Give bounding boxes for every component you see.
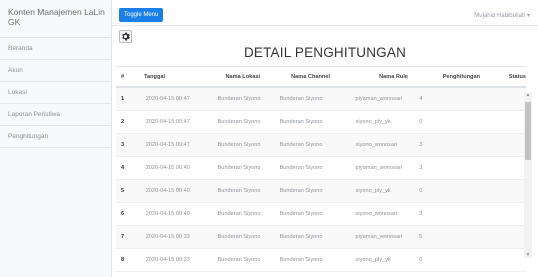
row-nama-rule: siyono_wonosari (355, 142, 398, 148)
row-nama-lokasi: Bunderan Siyono (217, 234, 261, 240)
sidebar-item-akun[interactable]: Akun (0, 60, 111, 82)
row-penghitungan: 5 (419, 234, 423, 240)
row-penghitungan: 3 (419, 211, 423, 217)
row-penghitungan: 0 (419, 257, 423, 263)
sidebar-brand: Konten Manajemen LaLin GK (0, 0, 111, 38)
table-row[interactable]: 4 2020-04-15 00:40 Bunderan Siyono Bunderan… (116, 157, 526, 180)
row-tanggal: 2020-04-15 00:40 (145, 211, 190, 217)
table-row[interactable]: 6 2020-04-15 00:40 Bunderan Siyono Bunderan… (116, 203, 526, 226)
row-tanggal: 2020-04-15 00:47 (145, 142, 190, 148)
table-row[interactable]: 3 2020-04-15 00:47 Bunderan Siyono Bunderan… (116, 134, 526, 157)
row-nama-rule: siyono_ply_yk (355, 119, 391, 125)
row-tanggal: 2020-04-15 00:47 (145, 119, 190, 125)
row-nama-lokasi: Bunderan Siyono (217, 142, 261, 148)
row-number: 5 (121, 188, 125, 194)
table-row[interactable]: 8 2020-04-15 00:33 Bunderan Siyono Bunderan… (116, 249, 526, 272)
data-table: # Tanggal Nama Lokasi Nama Channel Nama … (116, 66, 526, 272)
row-number: 6 (121, 211, 125, 217)
header-penghitungan[interactable]: Penghitungan (408, 74, 480, 80)
row-penghitungan: 4 (419, 96, 423, 102)
page-title: DETAIL PENGHITUNGAN (243, 45, 407, 60)
row-nama-channel: Bunderan Siyono (279, 257, 323, 263)
scroll-up-arrow-icon[interactable]: ▲ (525, 92, 531, 98)
table-header: # Tanggal Nama Lokasi Nama Channel Nama … (116, 66, 526, 88)
user-menu-dropdown[interactable]: Mujahid Habibullah ▾ (474, 12, 530, 19)
sidebar-item-laporan-peristiwa[interactable]: Laporan Peristiwa (0, 104, 111, 126)
row-nama-lokasi: Bunderan Siyono (217, 96, 261, 102)
table-row[interactable]: 7 2020-04-15 00:33 Bunderan Siyono Bunderan… (116, 226, 526, 249)
row-nama-lokasi: Bunderan Siyono (217, 165, 261, 171)
sidebar-item-penghitungan[interactable]: Penghitungan (0, 126, 111, 148)
top-navbar: Toggle Menu Mujahid Habibullah ▾ (112, 0, 538, 26)
row-nama-channel: Bunderan Siyono (279, 234, 323, 240)
row-tanggal: 2020-04-15 00:40 (145, 188, 190, 194)
row-tanggal: 2020-04-15 00:33 (145, 257, 190, 263)
row-nama-lokasi: Bunderan Siyono (217, 211, 261, 217)
row-nama-rule: siyono_wonosari (355, 211, 398, 217)
row-tanggal: 2020-04-15 00:33 (145, 234, 190, 240)
row-nama-rule: piyaman_wonosari (355, 234, 403, 240)
row-nama-channel: Bunderan Siyono (279, 211, 323, 217)
row-number: 7 (121, 234, 125, 240)
sidebar-item-lokasi[interactable]: Lokasi (0, 82, 111, 104)
row-nama-rule: piyaman_wonosari (355, 96, 403, 102)
header-nama-rule[interactable]: Nama Rule (330, 74, 408, 80)
row-nama-rule: siyono_ply_yk (355, 257, 391, 263)
row-number: 8 (121, 257, 125, 263)
header-nama-channel[interactable]: Nama Channel (260, 74, 330, 80)
row-nama-rule: siyono_ply_yk (355, 188, 391, 194)
row-number: 1 (121, 96, 125, 102)
row-number: 4 (121, 165, 125, 171)
row-penghitungan: 0 (419, 188, 423, 194)
row-nama-channel: Bunderan Siyono (279, 165, 323, 171)
row-nama-rule: piyaman_wonosari (355, 165, 403, 171)
row-penghitungan: 0 (419, 119, 423, 125)
row-number: 2 (121, 119, 125, 125)
sidebar-item-beranda[interactable]: Beranda (0, 38, 111, 60)
scrollbar-thumb[interactable] (525, 102, 531, 160)
row-nama-lokasi: Bunderan Siyono (217, 188, 261, 194)
header-number[interactable]: # (116, 74, 130, 80)
row-nama-channel: Bunderan Siyono (279, 188, 323, 194)
row-nama-lokasi: Bunderan Siyono (217, 119, 261, 125)
row-tanggal: 2020-04-15 00:47 (145, 96, 190, 102)
table-body: 1 2020-04-15 00:47 Bunderan Siyono Bunderan… (116, 88, 526, 272)
row-penghitungan: 3 (419, 142, 423, 148)
table-row[interactable]: 2 2020-04-15 00:47 Bunderan Siyono Bunderan… (116, 111, 526, 134)
table-row[interactable]: 5 2020-04-15 00:40 Bunderan Siyono Bunderan… (116, 180, 526, 203)
settings-button[interactable] (119, 30, 132, 43)
row-penghitungan: 3 (419, 165, 423, 171)
sidebar: Konten Manajemen LaLin GK Beranda Akun L… (0, 0, 112, 277)
header-tanggal[interactable]: Tanggal (130, 74, 208, 80)
main-content: Toggle Menu Mujahid Habibullah ▾ DETAIL … (112, 0, 538, 277)
row-nama-lokasi: Bunderan Siyono (217, 257, 261, 263)
row-nama-channel: Bunderan Siyono (279, 142, 323, 148)
row-nama-channel: Bunderan Siyono (279, 119, 323, 125)
row-number: 3 (121, 142, 125, 148)
table-row[interactable]: 1 2020-04-15 00:47 Bunderan Siyono Bunderan… (116, 88, 526, 111)
header-nama-lokasi[interactable]: Nama Lokasi (208, 74, 260, 80)
toggle-menu-button[interactable]: Toggle Menu (119, 8, 164, 22)
row-nama-channel: Bunderan Siyono (279, 96, 323, 102)
header-status[interactable]: Status (480, 74, 526, 80)
scroll-down-arrow-icon[interactable]: ▼ (525, 252, 531, 258)
table-scrollbar[interactable]: ▲ ▼ (524, 92, 532, 258)
gear-icon (121, 32, 130, 41)
row-tanggal: 2020-04-15 00:40 (145, 165, 190, 171)
